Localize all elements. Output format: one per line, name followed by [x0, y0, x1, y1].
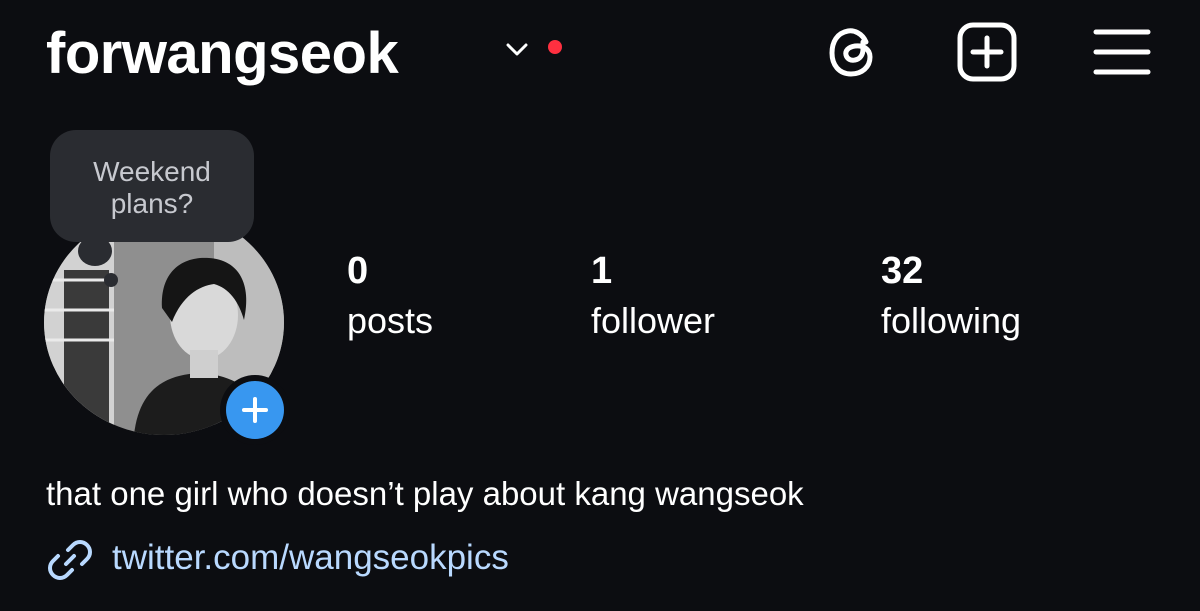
link-icon — [48, 540, 92, 580]
following-stat[interactable]: 32 following — [881, 250, 1021, 342]
threads-icon[interactable] — [822, 20, 886, 84]
followers-stat[interactable]: 1 follower — [591, 250, 715, 342]
chevron-down-icon[interactable] — [505, 40, 529, 60]
notification-dot — [548, 40, 562, 54]
link-text[interactable]: twitter.com/wangseokpics — [112, 536, 509, 580]
note-bubble-tail-dot — [104, 273, 118, 287]
new-post-icon[interactable] — [955, 20, 1019, 84]
followers-label: follower — [591, 300, 716, 341]
note-text: Weekend plans? — [93, 156, 211, 219]
profile-link[interactable]: twitter.com/wangseokpics — [46, 536, 509, 580]
username-title[interactable]: forwangseok — [46, 22, 399, 86]
add-story-button[interactable] — [220, 375, 290, 445]
following-count: 32 — [881, 250, 924, 292]
menu-icon[interactable] — [1090, 20, 1154, 84]
posts-stat[interactable]: 0 posts — [347, 250, 433, 342]
plus-icon — [242, 397, 268, 423]
note-bubble[interactable]: Weekend plans? — [50, 130, 254, 242]
profile-bio: that one girl who doesn’t play about kan… — [46, 475, 804, 512]
posts-count: 0 — [347, 250, 369, 292]
profile-header: forwangseok — [0, 0, 1200, 110]
following-label: following — [881, 300, 1022, 341]
posts-label: posts — [347, 300, 434, 341]
add-story-badge[interactable] — [226, 381, 284, 439]
followers-count: 1 — [591, 250, 613, 292]
